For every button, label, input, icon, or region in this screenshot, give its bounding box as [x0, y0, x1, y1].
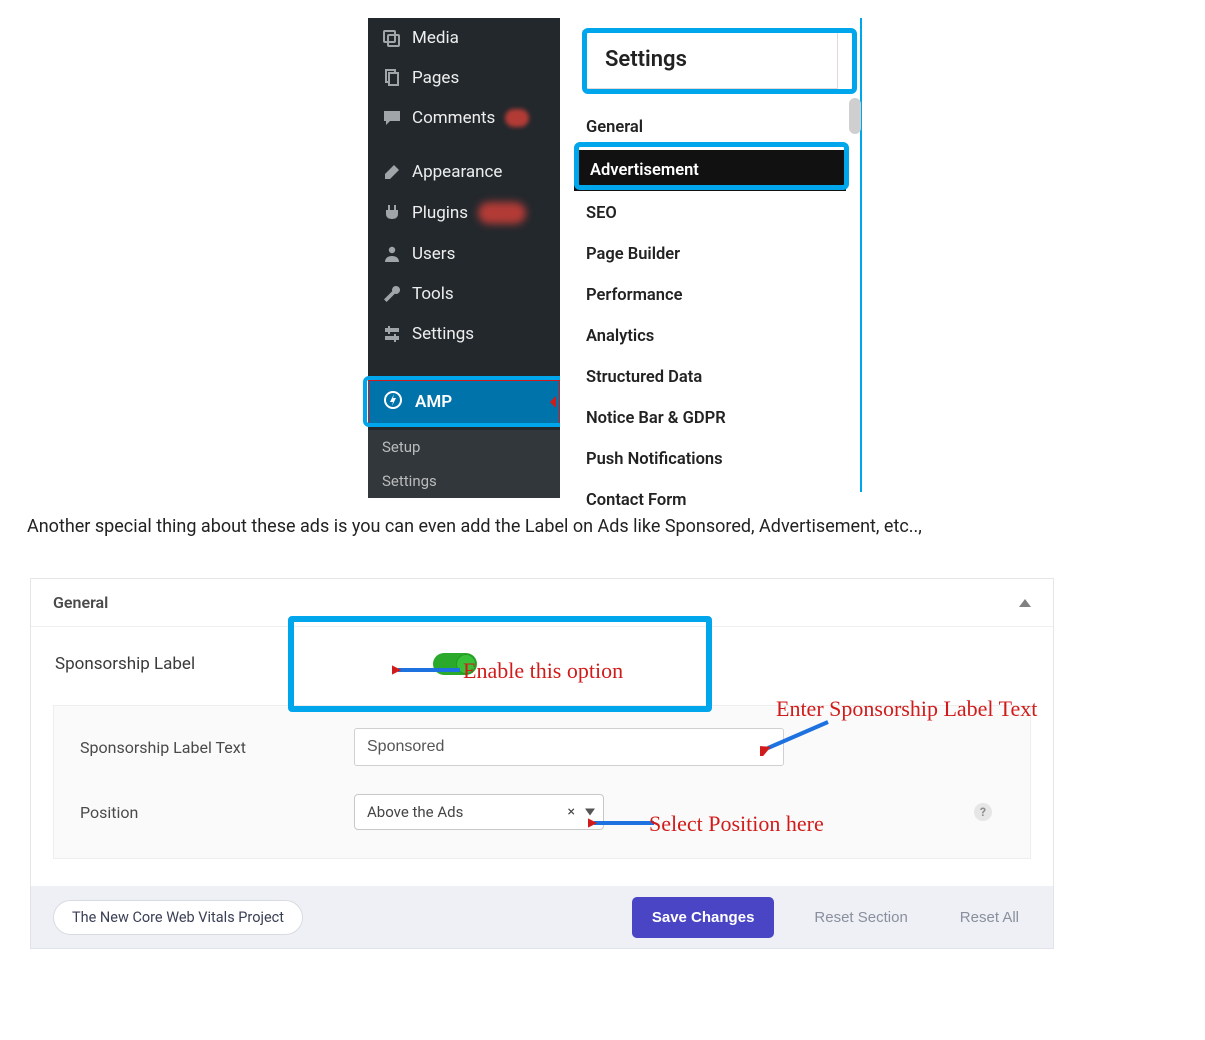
reset-all-button[interactable]: Reset All: [948, 899, 1031, 936]
sponsorship-toggle[interactable]: [433, 653, 477, 675]
sponsorship-text-input[interactable]: [354, 728, 784, 766]
panel-title: General: [53, 593, 108, 612]
field-label: Sponsorship Label Text: [80, 738, 320, 757]
save-changes-button[interactable]: Save Changes: [632, 897, 775, 938]
wp-admin-screenshot: Media Pages Comments Appearance Plug: [368, 18, 862, 492]
tab-performance[interactable]: Performance: [560, 275, 860, 316]
sidebar-item-appearance[interactable]: Appearance: [368, 152, 560, 192]
toggle-knob: [457, 655, 475, 673]
sidebar-item-comments[interactable]: Comments: [368, 98, 560, 138]
sidebar-label: Tools: [412, 284, 454, 304]
tab-general[interactable]: General: [560, 107, 860, 148]
sidebar-item-media[interactable]: Media: [368, 18, 560, 58]
field-label: Sponsorship Label: [55, 654, 195, 674]
pages-icon: [382, 68, 402, 88]
core-web-vitals-pill[interactable]: The New Core Web Vitals Project: [53, 900, 303, 935]
users-icon: [382, 244, 402, 264]
panel-header-general[interactable]: General: [31, 579, 1053, 627]
tab-advertisement[interactable]: Advertisement: [574, 150, 846, 191]
comments-icon: [382, 108, 402, 128]
sidebar-item-tools[interactable]: Tools: [368, 274, 560, 314]
sponsorship-text-row: Sponsorship Label Text: [80, 728, 1004, 766]
tab-notice-bar-gdpr[interactable]: Notice Bar & GDPR: [560, 398, 860, 439]
position-select[interactable]: Above the Ads ×: [354, 794, 604, 830]
general-settings-panel: General Sponsorship Label Sponsorship La…: [30, 578, 1054, 888]
tab-contact-form[interactable]: Contact Form: [560, 480, 860, 521]
clear-icon[interactable]: ×: [568, 804, 575, 820]
settings-header-label: Settings: [605, 47, 687, 72]
settings-icon: [382, 324, 402, 344]
tab-page-builder[interactable]: Page Builder: [560, 234, 860, 275]
sidebar-item-users[interactable]: Users: [368, 234, 560, 274]
sidebar-item-pages[interactable]: Pages: [368, 58, 560, 98]
amp-icon: [383, 390, 403, 415]
help-icon[interactable]: ?: [974, 803, 992, 821]
reset-section-button[interactable]: Reset Section: [802, 899, 919, 936]
tab-structured-data[interactable]: Structured Data: [560, 357, 860, 398]
sidebar-item-plugins[interactable]: Plugins: [368, 192, 560, 234]
action-bar: The New Core Web Vitals Project Save Cha…: [30, 886, 1054, 949]
sidebar-label: Media: [412, 28, 459, 48]
sidebar-label: Plugins: [412, 203, 468, 223]
sidebar-label: Users: [412, 244, 455, 264]
appearance-icon: [382, 162, 402, 182]
sidebar-label: Settings: [412, 324, 474, 344]
sidebar-label: Appearance: [412, 162, 502, 182]
field-label: Position: [80, 803, 320, 822]
scrollbar-thumb[interactable]: [849, 98, 861, 134]
tab-push-notifications[interactable]: Push Notifications: [560, 439, 860, 480]
media-icon: [382, 28, 402, 48]
amp-tabs-panel: Settings GeneralAdvertisementSEOPage Bui…: [560, 18, 862, 492]
sponsorship-options: Sponsorship Label Text Position Above th…: [53, 705, 1031, 859]
sidebar-item-settings[interactable]: Settings: [368, 314, 560, 354]
amp-submenu-setup[interactable]: Setup: [368, 430, 560, 464]
sponsorship-label-row: Sponsorship Label: [53, 645, 1031, 693]
tab-seo[interactable]: SEO: [560, 193, 860, 234]
notification-badge: [478, 202, 526, 224]
description-paragraph: Another special thing about these ads is…: [27, 516, 1127, 537]
position-value: Above the Ads: [367, 803, 463, 821]
submenu-indicator-icon: [550, 396, 556, 408]
sidebar-item-amp[interactable]: AMP: [368, 380, 560, 424]
wp-admin-sidebar: Media Pages Comments Appearance Plug: [368, 18, 560, 492]
amp-submenu: Setup Settings: [368, 430, 560, 498]
notification-badge: [505, 109, 529, 127]
collapse-icon[interactable]: [1019, 599, 1031, 607]
chevron-down-icon[interactable]: [585, 809, 595, 816]
tools-icon: [382, 284, 402, 304]
tab-header-settings[interactable]: Settings: [582, 30, 838, 89]
sidebar-label: AMP: [415, 392, 452, 412]
tab-analytics[interactable]: Analytics: [560, 316, 860, 357]
amp-submenu-settings[interactable]: Settings: [368, 464, 560, 498]
sidebar-label: Pages: [412, 68, 459, 88]
position-row: Position Above the Ads × ?: [80, 794, 1004, 830]
sidebar-label: Comments: [412, 108, 495, 128]
plugins-icon: [382, 203, 402, 223]
